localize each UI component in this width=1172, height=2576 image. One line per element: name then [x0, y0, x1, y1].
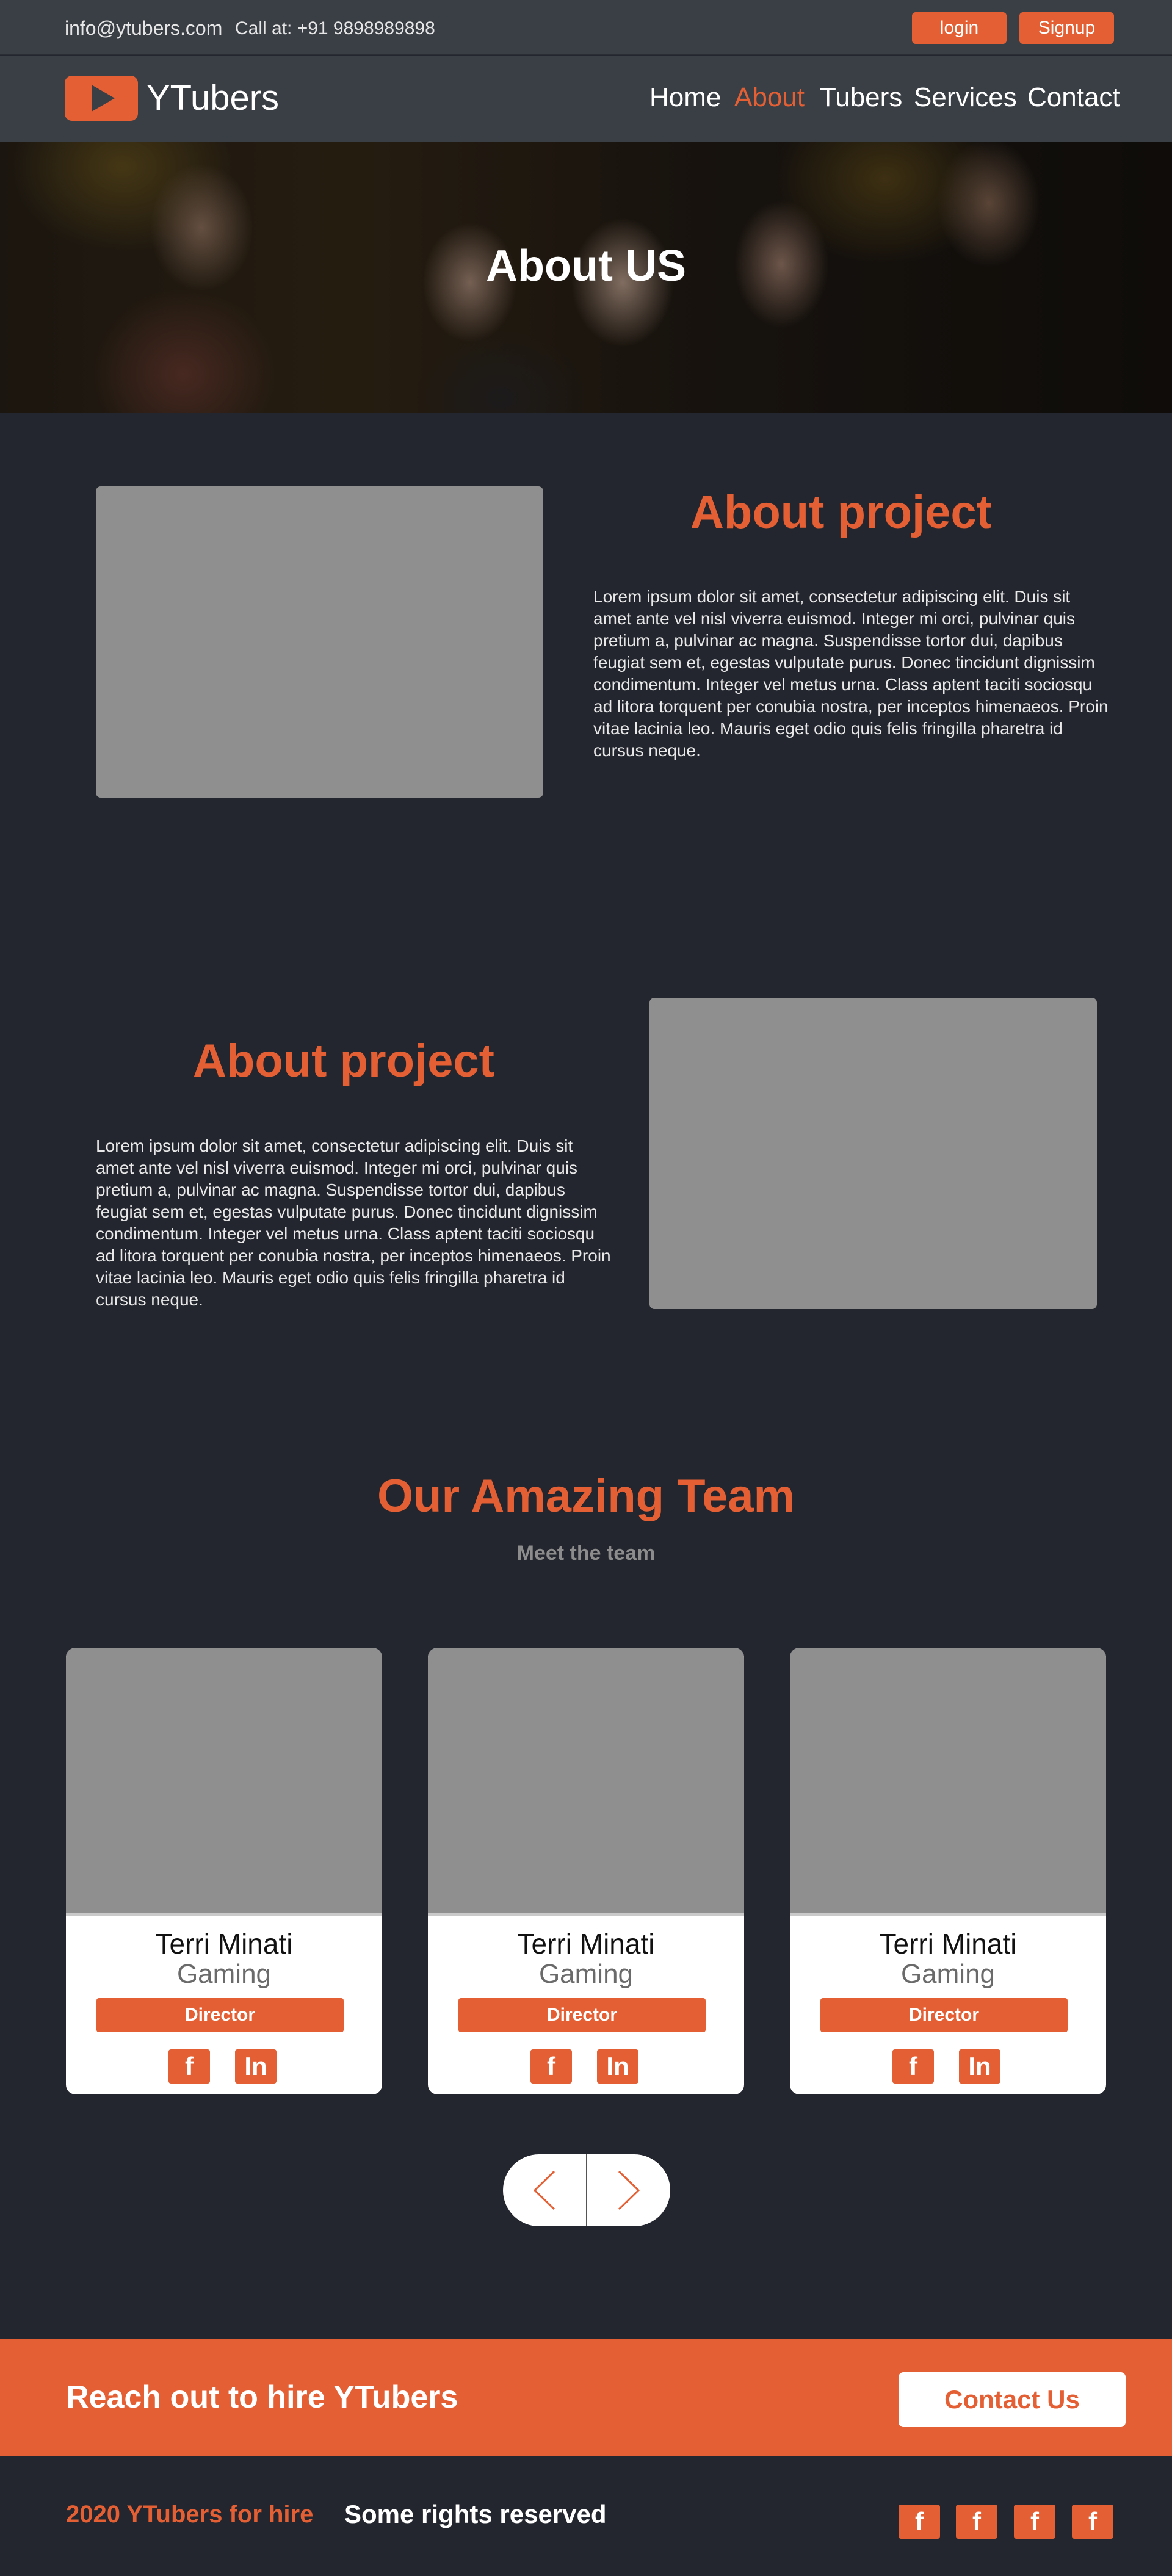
- top-bar: info@ytubers.com Call at: +91 9898989898…: [0, 0, 1172, 55]
- signup-button[interactable]: Signup: [1019, 12, 1114, 44]
- member-name: Terri Minati: [879, 1928, 1017, 1960]
- chevron-left-icon[interactable]: [503, 2154, 586, 2226]
- about-text-2: Lorem ipsum dolor sit amet, consectetur …: [96, 1136, 611, 1309]
- chevron-right-icon[interactable]: [587, 2154, 670, 2226]
- contact-phone: Call at: +91 9898989898: [235, 18, 435, 38]
- facebook-icon[interactable]: f: [892, 2049, 934, 2084]
- team-title: Our Amazing Team: [377, 1470, 795, 1522]
- login-button[interactable]: login: [912, 12, 1007, 44]
- member-name: Terri Minati: [155, 1928, 293, 1960]
- member-role-button[interactable]: Director: [96, 1998, 344, 2032]
- member-name: Terri Minati: [517, 1928, 655, 1960]
- facebook-icon[interactable]: f: [1072, 2505, 1113, 2539]
- team-card: Terri Minati Gaming Director f In: [428, 1648, 744, 2094]
- nav-contact[interactable]: Contact: [1027, 82, 1120, 113]
- member-role-button[interactable]: Director: [458, 1998, 706, 2032]
- about-title-1: About project: [690, 486, 992, 538]
- hero-banner: About US: [0, 142, 1172, 413]
- team-card: Terri Minati Gaming Director f In: [790, 1648, 1106, 2094]
- member-category: Gaming: [176, 1959, 272, 1989]
- contact-email[interactable]: info@ytubers.com: [65, 17, 222, 40]
- hire-cta-banner: Reach out to hire YTubers Contact Us: [0, 2339, 1172, 2456]
- footer-rights: Some rights reserved: [344, 2500, 607, 2528]
- team-subtitle: Meet the team: [516, 1542, 656, 1565]
- member-photo: [790, 1648, 1106, 1916]
- contact-us-button[interactable]: Contact Us: [899, 2372, 1126, 2427]
- facebook-icon[interactable]: f: [168, 2049, 210, 2084]
- nav-tubers[interactable]: Tubers: [820, 82, 902, 113]
- cta-text: Reach out to hire YTubers: [66, 2379, 458, 2415]
- linkedin-icon[interactable]: In: [235, 2049, 277, 2084]
- linkedin-icon[interactable]: In: [959, 2049, 1000, 2084]
- team-slider-controls: [503, 2154, 670, 2226]
- brand-name[interactable]: YTubers: [146, 78, 279, 118]
- about-text-1: Lorem ipsum dolor sit amet, consectetur …: [593, 587, 1109, 760]
- about-image-1: [96, 486, 543, 798]
- footer-copyright: 2020 YTubers for hire: [66, 2501, 314, 2528]
- team-card: Terri Minati Gaming Director f In: [66, 1648, 382, 2094]
- play-icon[interactable]: [65, 76, 138, 121]
- facebook-icon[interactable]: f: [1014, 2505, 1055, 2539]
- main-navbar: YTubers Home About Tubers Services Conta…: [0, 56, 1172, 142]
- linkedin-icon[interactable]: In: [597, 2049, 638, 2084]
- member-category: Gaming: [900, 1959, 996, 1989]
- facebook-icon[interactable]: f: [899, 2505, 940, 2539]
- facebook-icon[interactable]: f: [530, 2049, 572, 2084]
- footer: 2020 YTubers for hire Some rights reserv…: [0, 2456, 1172, 2576]
- nav-services[interactable]: Services: [914, 82, 1017, 113]
- member-photo: [66, 1648, 382, 1916]
- facebook-icon[interactable]: f: [956, 2505, 997, 2539]
- member-role-button[interactable]: Director: [820, 1998, 1068, 2032]
- hero-title: About US: [486, 242, 686, 290]
- nav-about[interactable]: About: [734, 82, 805, 113]
- about-title-2: About project: [193, 1035, 494, 1087]
- member-category: Gaming: [538, 1959, 634, 1989]
- nav-home[interactable]: Home: [649, 82, 721, 113]
- member-photo: [428, 1648, 744, 1916]
- about-image-2: [649, 998, 1097, 1309]
